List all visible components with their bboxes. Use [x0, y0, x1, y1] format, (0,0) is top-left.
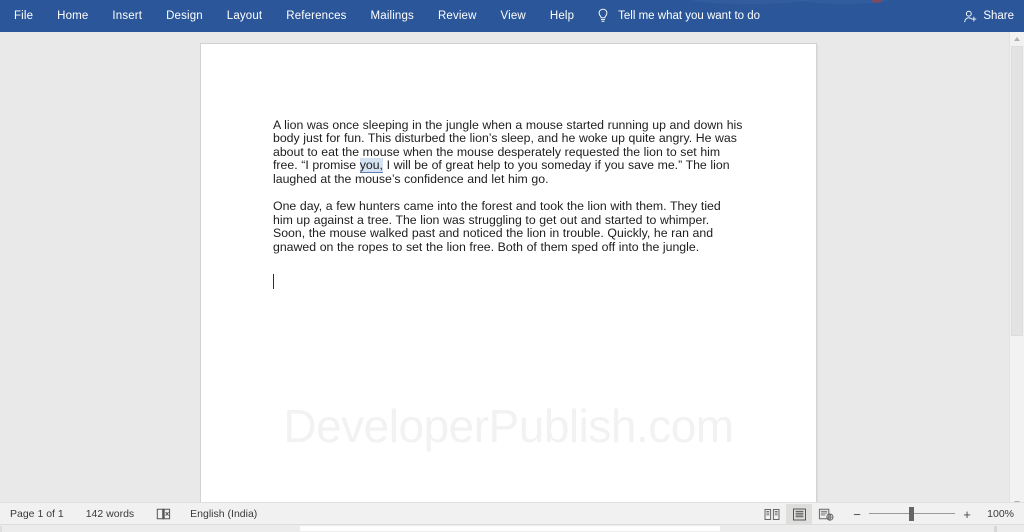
document-canvas: DeveloperPublish.com A lion was once sle… [0, 32, 1024, 510]
web-layout-icon [818, 508, 834, 521]
ribbon-tab-references[interactable]: References [286, 0, 346, 32]
web-layout-view-button[interactable] [813, 504, 839, 524]
chevron-up-icon [1014, 37, 1020, 41]
share-label: Share [983, 10, 1014, 22]
print-layout-view-button[interactable] [786, 504, 812, 524]
page-number-status[interactable]: Page 1 of 1 [10, 503, 64, 525]
zoom-in-button[interactable]: + [960, 506, 974, 522]
share-button[interactable]: Share [963, 0, 1014, 32]
horizontal-scrollbar-thumb[interactable] [300, 526, 720, 531]
paragraph-2-segment-1: One day, a few hunters came into the for… [273, 199, 721, 254]
ribbon-tab-layout[interactable]: Layout [227, 0, 262, 32]
print-layout-icon [792, 508, 806, 520]
ribbon-tab-file[interactable]: File [14, 0, 33, 32]
vertical-scrollbar[interactable] [1009, 32, 1024, 510]
sliver-right-texture [994, 526, 1020, 532]
ribbon-tab-review[interactable]: Review [438, 0, 477, 32]
document-text-area[interactable]: A lion was once sleeping in the jungle w… [273, 118, 743, 268]
read-mode-view-button[interactable] [759, 504, 785, 524]
window-artifact-glow-right [800, 0, 890, 4]
scroll-up-button[interactable] [1010, 32, 1024, 46]
ribbon-tab-insert[interactable]: Insert [112, 0, 142, 32]
text-cursor-caret [273, 274, 274, 289]
ribbon-tab-home[interactable]: Home [57, 0, 88, 32]
lightbulb-icon [598, 8, 608, 22]
tell-me-search-box[interactable]: Tell me what you want to do [596, 0, 760, 32]
word-count-status[interactable]: 142 words [86, 503, 134, 525]
ribbon-tab-bar: File Home Insert Design Layout Reference… [0, 0, 1024, 32]
status-bar-right-group: − + 100% [759, 503, 1018, 525]
zoom-slider-track[interactable] [869, 506, 955, 522]
vertical-scrollbar-thumb[interactable] [1011, 46, 1023, 336]
document-page[interactable]: DeveloperPublish.com A lion was once sle… [201, 44, 816, 510]
sliver-left-texture [0, 526, 60, 532]
status-bar: Page 1 of 1 142 words English (India) − … [0, 502, 1024, 524]
horizontal-scrollbar-strip[interactable] [0, 524, 1024, 532]
zoom-level-label[interactable]: 100% [984, 503, 1014, 525]
read-mode-icon [764, 508, 780, 520]
language-status[interactable]: English (India) [190, 503, 257, 525]
zoom-slider-group[interactable]: − + [850, 506, 974, 522]
share-person-icon [964, 10, 977, 22]
ribbon-tab-design[interactable]: Design [166, 0, 203, 32]
ribbon-tab-view[interactable]: View [501, 0, 526, 32]
ribbon-tab-mailings[interactable]: Mailings [371, 0, 414, 32]
ribbon-tab-help[interactable]: Help [550, 0, 574, 32]
document-paragraph-2[interactable]: One day, a few hunters came into the for… [273, 199, 743, 254]
zoom-out-button[interactable]: − [850, 506, 864, 522]
window-artifact-red-speck [872, 0, 882, 3]
page-watermark: DeveloperPublish.com [283, 400, 734, 452]
proofing-errors-icon[interactable] [156, 507, 172, 521]
word-application-window: File Home Insert Design Layout Reference… [0, 0, 1024, 532]
zoom-slider-thumb[interactable] [909, 507, 914, 521]
document-paragraph-1[interactable]: A lion was once sleeping in the jungle w… [273, 118, 743, 186]
tell-me-label: Tell me what you want to do [618, 10, 761, 22]
